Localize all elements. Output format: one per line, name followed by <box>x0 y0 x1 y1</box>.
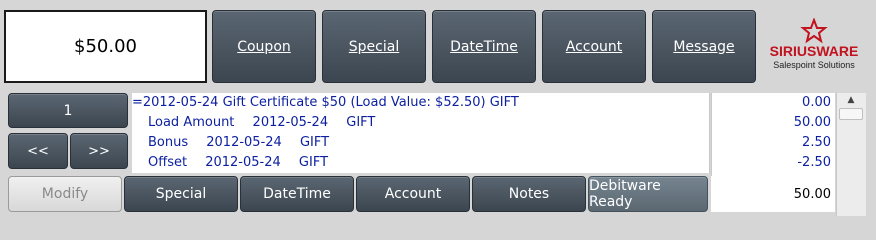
logo-tagline: Salespoint Solutions <box>773 60 855 70</box>
list-item[interactable]: Bonus 2012-05-24 GIFT <box>132 133 709 153</box>
account-line-button-label: Account <box>384 186 442 202</box>
item-counter[interactable]: 1 <box>8 93 128 128</box>
amount-value: $50.00 <box>74 36 137 57</box>
transaction-detail-list: =2012-05-24 Gift Certificate $50 (Load V… <box>132 93 710 173</box>
list-item[interactable]: Load Amount 2012-05-24 GIFT <box>132 113 709 133</box>
amount-cell: 0.00 <box>802 95 831 110</box>
total-amount: 50.00 <box>711 176 835 212</box>
next-item-button[interactable]: >> <box>70 133 128 169</box>
item-type: GIFT <box>299 135 330 150</box>
datetime-line-button-label: DateTime <box>263 186 331 202</box>
special-line-button[interactable]: Special <box>124 176 238 212</box>
datetime-line-button[interactable]: DateTime <box>240 176 354 212</box>
item-counter-value: 1 <box>63 102 73 119</box>
account-button[interactable]: Account <box>542 10 646 83</box>
debitware-ready-button[interactable]: Debitware Ready <box>588 176 708 212</box>
item-type: GIFT <box>346 115 376 130</box>
item-label: Load Amount <box>148 115 235 130</box>
debitware-ready-label: Debitware Ready <box>589 178 661 210</box>
message-button[interactable]: Message <box>652 10 756 83</box>
item-date: 2012-05-24 <box>205 155 281 170</box>
coupon-button[interactable]: Coupon <box>212 10 316 83</box>
special-button[interactable]: Special <box>322 10 426 83</box>
prev-item-label: << <box>27 143 49 159</box>
amount-cell: -2.50 <box>797 155 831 170</box>
scroll-thumb[interactable] <box>839 108 863 120</box>
amount-cell: 2.50 <box>802 135 831 150</box>
scroll-up-icon[interactable]: ▲ <box>836 93 866 107</box>
notes-button-label: Notes <box>508 186 550 202</box>
special-button-label: Special <box>348 38 400 55</box>
special-line-button-label: Special <box>155 186 207 202</box>
list-item[interactable]: Offset 2012-05-24 GIFT <box>132 153 709 173</box>
next-item-label: >> <box>88 143 110 159</box>
item-main-text: =2012-05-24 Gift Certificate $50 (Load V… <box>132 95 519 110</box>
list-item[interactable]: =2012-05-24 Gift Certificate $50 (Load V… <box>132 93 709 113</box>
modify-button-label: Modify <box>41 186 89 202</box>
modify-button[interactable]: Modify <box>8 176 122 212</box>
amount-cell: 50.00 <box>793 115 831 130</box>
notes-button[interactable]: Notes <box>472 176 586 212</box>
item-date: 2012-05-24 <box>206 135 282 150</box>
account-line-button[interactable]: Account <box>356 176 470 212</box>
message-button-label: Message <box>673 38 735 55</box>
amount-display: $50.00 <box>4 10 207 83</box>
coupon-button-label: Coupon <box>237 38 291 55</box>
siriusware-logo: SIRIUSWARE Salespoint Solutions <box>764 17 864 74</box>
datetime-button[interactable]: DateTime <box>432 10 536 83</box>
item-date: 2012-05-24 <box>252 115 329 130</box>
logo-brand: SIRIUSWARE <box>770 43 859 59</box>
account-button-label: Account <box>565 38 623 55</box>
item-type: GIFT <box>298 155 329 170</box>
total-value: 50.00 <box>793 186 831 202</box>
prev-item-button[interactable]: << <box>8 133 68 169</box>
item-label: Offset <box>148 155 188 170</box>
item-label: Bonus <box>148 135 189 150</box>
datetime-button-label: DateTime <box>450 38 518 55</box>
